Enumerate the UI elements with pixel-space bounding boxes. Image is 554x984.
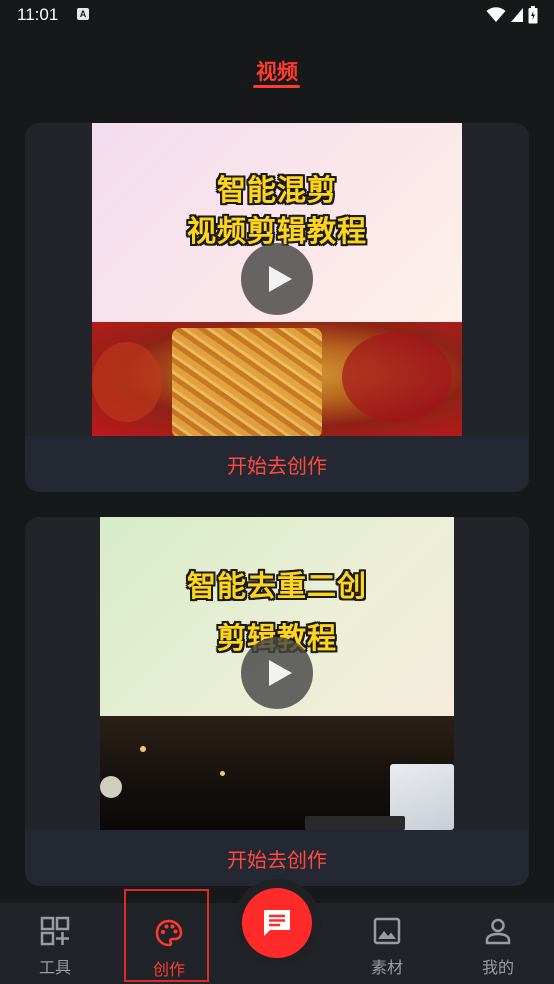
play-icon: [269, 660, 292, 686]
nav-label: 创作: [152, 960, 185, 979]
play-button[interactable]: [241, 243, 313, 315]
thumbnail-title-line-1: 智能混剪: [216, 173, 337, 207]
battery-icon: [528, 6, 538, 24]
play-button[interactable]: [241, 637, 313, 709]
page-title[interactable]: 视频: [0, 56, 554, 86]
message-fab-button[interactable]: [242, 888, 312, 958]
video-thumbnail[interactable]: 智能混剪 视频剪辑教程: [92, 123, 462, 436]
nav-label: 工具: [38, 958, 71, 977]
nav-item-create[interactable]: 创作: [124, 889, 209, 982]
nav-item-mine[interactable]: 我的: [455, 903, 541, 984]
card-footer: 开始去创作: [25, 830, 529, 886]
thumbnail-photo: [92, 322, 462, 436]
signal-icon: [511, 8, 523, 22]
nav-item-tools[interactable]: 工具: [12, 903, 98, 984]
nav-label: 我的: [481, 958, 514, 977]
video-card[interactable]: 智能去重二创 剪辑教程 开始去创作: [25, 517, 529, 886]
notification-icon: A: [77, 8, 89, 20]
video-card[interactable]: 智能混剪 视频剪辑教程 开始去创作: [25, 123, 529, 492]
video-thumbnail[interactable]: 智能去重二创 剪辑教程: [100, 517, 454, 830]
status-icons: [486, 6, 538, 24]
grid-plus-icon: [40, 916, 70, 946]
card-footer: 开始去创作: [25, 436, 529, 492]
thumbnail-title-line-1: 智能去重二创: [186, 569, 367, 603]
tab-indicator: [253, 85, 300, 88]
palette-icon: [155, 919, 183, 947]
nav-item-material[interactable]: 素材: [344, 903, 430, 984]
wifi-icon: [486, 7, 506, 22]
image-icon: [373, 917, 401, 945]
message-icon: [264, 910, 290, 936]
start-create-button[interactable]: 开始去创作: [25, 450, 529, 479]
play-icon: [269, 266, 292, 292]
status-time: 11:01: [17, 5, 59, 24]
status-bar: 11:01 A: [0, 0, 554, 32]
person-icon: [485, 918, 511, 945]
nav-label: 素材: [370, 958, 403, 977]
start-create-button[interactable]: 开始去创作: [25, 844, 529, 873]
thumbnail-photo: [100, 716, 454, 830]
